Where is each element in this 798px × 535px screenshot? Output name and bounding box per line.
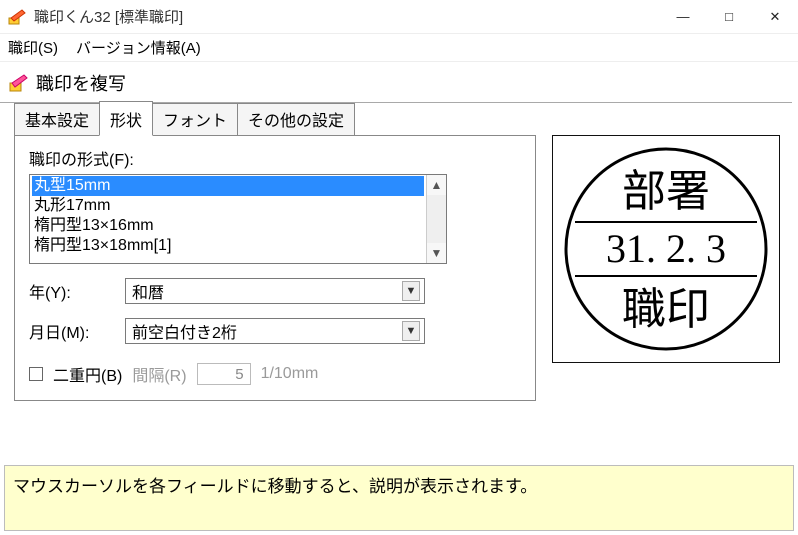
monthday-label: 月日(M): [29,319,125,343]
main-area: 基本設定 形状 フォント その他の設定 職印の形式(F): 丸型15mm 丸形1… [0,103,798,401]
monthday-value: 前空白付き2桁 [132,319,237,343]
year-label: 年(Y): [29,279,125,303]
chevron-down-icon: ▼ [402,321,420,341]
preview-pane: 部署 31. 2. 3 職印 [552,135,780,401]
tab-other[interactable]: その他の設定 [237,103,355,135]
stamp-top-text: 部署 [622,167,710,216]
window-buttons: — □ ✕ [660,0,798,34]
tab-panel-shape: 職印の形式(F): 丸型15mm 丸形17mm 楕円型13×16mm 楕円型13… [14,135,536,401]
menu-stamp[interactable]: 職印(S) [8,37,58,58]
tab-basic[interactable]: 基本設定 [14,103,100,135]
tab-strip: 基本設定 形状 フォント その他の設定 [14,109,536,135]
year-value: 和暦 [132,279,164,303]
preview-box: 部署 31. 2. 3 職印 [552,135,780,363]
scroll-up-icon[interactable]: ▲ [427,175,446,195]
status-bar: マウスカーソルを各フィールドに移動すると、説明が表示されます。 [4,465,794,531]
chevron-down-icon: ▼ [402,281,420,301]
format-label: 職印の形式(F): [29,146,523,170]
gap-input: 5 [197,363,251,385]
monthday-combobox[interactable]: 前空白付き2桁 ▼ [125,318,425,344]
stamp-bottom-text: 職印 [622,285,710,334]
list-item[interactable]: 丸型15mm [32,176,424,196]
copy-stamp-label: 職印を複写 [36,70,126,96]
double-circle-checkbox[interactable] [29,367,43,381]
copy-stamp-icon [8,72,30,94]
title-bar: 職印くん32 [標準職印] — □ ✕ [0,0,798,34]
tool-row: 職印を複写 [0,62,792,103]
minimize-button[interactable]: — [660,0,706,34]
format-scrollbar[interactable]: ▲ ▼ [426,175,446,263]
tab-control: 基本設定 形状 フォント その他の設定 職印の形式(F): 丸型15mm 丸形1… [14,109,536,401]
close-button[interactable]: ✕ [752,0,798,34]
tab-font[interactable]: フォント [152,103,238,135]
list-item[interactable]: 丸形17mm [32,196,424,216]
app-icon [8,8,26,26]
menu-bar: 職印(S) バージョン情報(A) [0,34,798,62]
format-listbox[interactable]: 丸型15mm 丸形17mm 楕円型13×16mm 楕円型13×18mm[1] ▲… [29,174,447,264]
tab-shape[interactable]: 形状 [99,101,153,136]
menu-about[interactable]: バージョン情報(A) [76,37,201,58]
double-circle-row: 二重円(B) 間隔(R) 5 1/10mm [29,362,523,386]
gap-label: 間隔(R) [132,362,186,386]
gap-unit: 1/10mm [261,365,319,383]
scroll-down-icon[interactable]: ▼ [427,243,446,263]
list-item[interactable]: 楕円型13×16mm [32,216,424,236]
format-list-items: 丸型15mm 丸形17mm 楕円型13×16mm 楕円型13×18mm[1] [30,175,426,263]
monthday-row: 月日(M): 前空白付き2桁 ▼ [29,318,523,344]
year-row: 年(Y): 和暦 ▼ [29,278,523,304]
list-item[interactable]: 楕円型13×18mm[1] [32,236,424,256]
stamp-date-text: 31. 2. 3 [606,226,726,271]
window-title: 職印くん32 [標準職印] [34,6,660,27]
status-text: マウスカーソルを各フィールドに移動すると、説明が表示されます。 [13,477,537,496]
year-combobox[interactable]: 和暦 ▼ [125,278,425,304]
maximize-button[interactable]: □ [706,0,752,34]
double-circle-label: 二重円(B) [53,362,122,386]
stamp-preview: 部署 31. 2. 3 職印 [561,144,771,354]
